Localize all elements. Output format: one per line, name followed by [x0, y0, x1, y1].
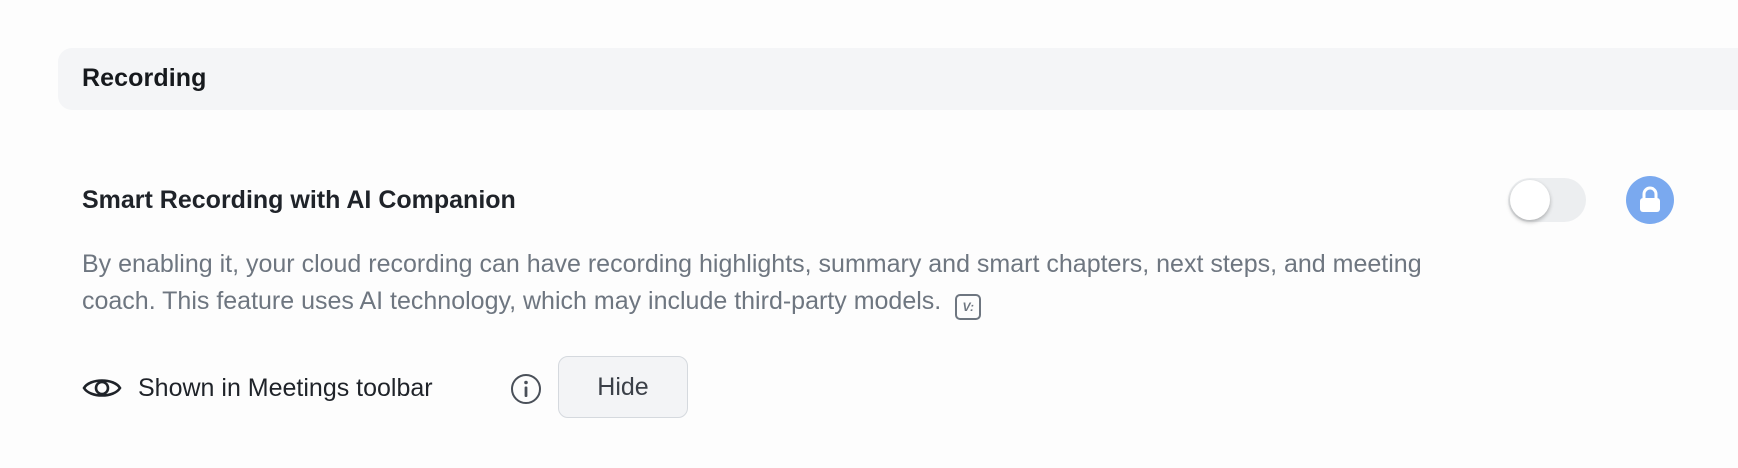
section-header: Recording: [58, 48, 1738, 110]
ai-badge-icon: V:: [955, 294, 982, 320]
toolbar-label: Shown in Meetings toolbar: [138, 374, 433, 402]
lock-button[interactable]: [1626, 176, 1674, 224]
section-title: Recording: [82, 64, 207, 92]
description-text: By enabling it, your cloud recording can…: [82, 250, 1422, 315]
toggle-knob: [1510, 180, 1550, 220]
smart-recording-toggle[interactable]: [1508, 178, 1586, 222]
hide-button[interactable]: Hide: [558, 356, 688, 418]
eye-icon: [82, 379, 122, 397]
info-icon[interactable]: [510, 373, 542, 405]
lock-icon: [1640, 186, 1660, 212]
recording-settings-panel: Recording Smart Recording with AI Compan…: [0, 0, 1738, 468]
setting-description: By enabling it, your cloud recording can…: [82, 246, 1502, 320]
setting-title: Smart Recording with AI Companion: [82, 186, 516, 214]
